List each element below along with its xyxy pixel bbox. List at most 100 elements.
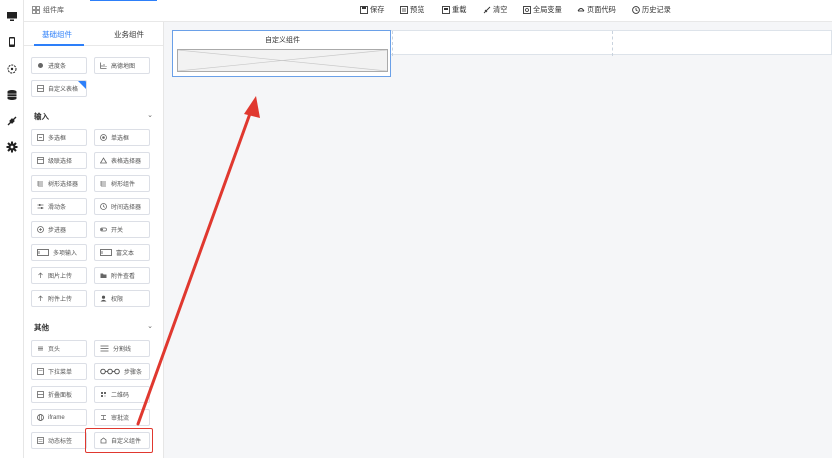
tab-accent-line [90, 0, 157, 1]
page-code-button[interactable]: 页面代码 [577, 5, 616, 15]
user-icon [100, 295, 107, 302]
dropdown-icon [37, 368, 44, 375]
clear-button[interactable]: 清空 [483, 5, 507, 15]
library-title: 组件库 [32, 5, 64, 15]
section-input-title[interactable]: 输入 [34, 111, 49, 122]
component-label: 多选框 [48, 136, 67, 142]
component-multi-input[interactable]: 多项输入 [31, 244, 87, 261]
component-label: 动态标签 [48, 439, 73, 445]
clock-icon [100, 203, 107, 210]
global-variables-button[interactable]: 全局变量 [523, 5, 562, 15]
component-label: 树形选择器 [48, 182, 79, 188]
preview-label: 预览 [410, 5, 425, 14]
component-permission[interactable]: 权限 [94, 290, 150, 307]
placed-custom-component[interactable]: 自定义组件 [172, 30, 391, 77]
component-label: 级联选择 [48, 159, 73, 165]
component-label: iframe [48, 414, 65, 421]
component-approval-flow[interactable]: 审批流 [94, 409, 150, 426]
component-steps[interactable]: 步骤条 [94, 363, 150, 380]
database-icon[interactable] [4, 87, 20, 103]
progress-icon [37, 62, 44, 69]
collapse-icon [37, 391, 44, 398]
annotation-highlight-box [85, 428, 153, 453]
design-canvas[interactable]: 自定义组件 [164, 22, 832, 458]
component-slider[interactable]: 滑动条 [31, 198, 87, 215]
component-label: 高德地图 [111, 64, 136, 70]
upload-icon [37, 295, 44, 302]
tab-business-components[interactable]: 业务组件 [94, 29, 163, 40]
chevron-down-icon[interactable]: ⌄ [147, 322, 153, 330]
component-checkbox[interactable]: 多选框 [31, 129, 87, 146]
tree-select-icon [37, 180, 44, 187]
component-image-upload[interactable]: 图片上传 [31, 267, 87, 284]
component-tree[interactable]: 树形组件 [94, 175, 150, 192]
component-label: 折叠面板 [48, 393, 73, 399]
upload-icon [37, 272, 44, 279]
tab-basic-components[interactable]: 基础组件 [24, 29, 90, 40]
component-qrcode[interactable]: 二维码 [94, 386, 150, 403]
component-attachment-upload[interactable]: 附件上传 [31, 290, 87, 307]
component-dynamic-tag[interactable]: 动态标签 [31, 432, 87, 449]
component-dropdown[interactable]: 下拉菜单 [31, 363, 87, 380]
save-icon [360, 6, 368, 14]
plugin-icon[interactable] [4, 113, 20, 129]
component-attachment-view[interactable]: 附件查看 [94, 267, 150, 284]
radio-icon [100, 134, 107, 141]
component-label: 分割线 [113, 347, 132, 353]
flow-icon [100, 414, 107, 421]
component-label: 表格选择器 [111, 159, 142, 165]
panel-tabs: 基础组件 业务组件 [24, 22, 163, 46]
component-cascader[interactable]: 级联选择 [31, 152, 87, 169]
tag-icon [37, 437, 44, 444]
component-iframe[interactable]: iframe [31, 409, 87, 426]
save-button[interactable]: 保存 [360, 5, 384, 15]
grid-column-divider [612, 31, 613, 56]
reload-icon [442, 6, 450, 14]
component-label: 二维码 [111, 393, 130, 399]
folder-icon [100, 272, 107, 279]
rich-text-icon [100, 249, 112, 256]
component-custom-table[interactable]: 自定义表格 [31, 80, 87, 97]
component-tree-select[interactable]: 树形选择器 [31, 175, 87, 192]
component-time-picker[interactable]: 时间选择器 [94, 198, 150, 215]
code-icon [577, 8, 585, 12]
switch-icon [100, 226, 107, 233]
multi-input-icon [37, 249, 49, 256]
table-icon [37, 85, 44, 92]
component-collapse[interactable]: 折叠面板 [31, 386, 87, 403]
qrcode-icon [100, 391, 107, 398]
component-switch[interactable]: 开关 [94, 221, 150, 238]
clear-icon [483, 6, 491, 14]
component-label: 富文本 [116, 251, 135, 257]
component-stepper[interactable]: 步进器 [31, 221, 87, 238]
network-icon[interactable] [4, 61, 20, 77]
history-button[interactable]: 历史记录 [632, 5, 671, 15]
component-page-header[interactable]: 页头 [31, 340, 87, 357]
component-divider[interactable]: 分割线 [94, 340, 150, 357]
component-amap[interactable]: 高德地图 [94, 57, 150, 74]
stepper-icon [37, 226, 44, 233]
component-rich-text[interactable]: 富文本 [94, 244, 150, 261]
gear-icon[interactable] [4, 139, 20, 155]
reload-button[interactable]: 重载 [442, 5, 466, 15]
component-table-picker[interactable]: 表格选择器 [94, 152, 150, 169]
component-panel: 基础组件 业务组件 进度条 高德地图 自定义表格 输入 ⌄ 多选框 单选框 级联… [24, 22, 164, 458]
component-label: 步骤条 [124, 370, 143, 376]
library-title-label: 组件库 [43, 7, 64, 14]
component-progress[interactable]: 进度条 [31, 57, 87, 74]
component-label: 树形组件 [111, 182, 136, 188]
component-label: 审批流 [111, 416, 130, 422]
history-icon [632, 6, 640, 14]
preview-icon [400, 6, 408, 14]
page-code-label: 页面代码 [587, 5, 616, 14]
component-label: 开关 [111, 228, 124, 234]
preview-button[interactable]: 预览 [400, 5, 424, 15]
component-radio[interactable]: 单选框 [94, 129, 150, 146]
globe-icon [37, 414, 44, 421]
desktop-icon[interactable] [4, 8, 20, 24]
section-other-title[interactable]: 其他 [34, 322, 49, 333]
mobile-icon[interactable] [4, 34, 20, 50]
header-icon [37, 345, 44, 352]
component-label: 图片上传 [48, 274, 73, 280]
chevron-down-icon[interactable]: ⌄ [147, 111, 153, 119]
